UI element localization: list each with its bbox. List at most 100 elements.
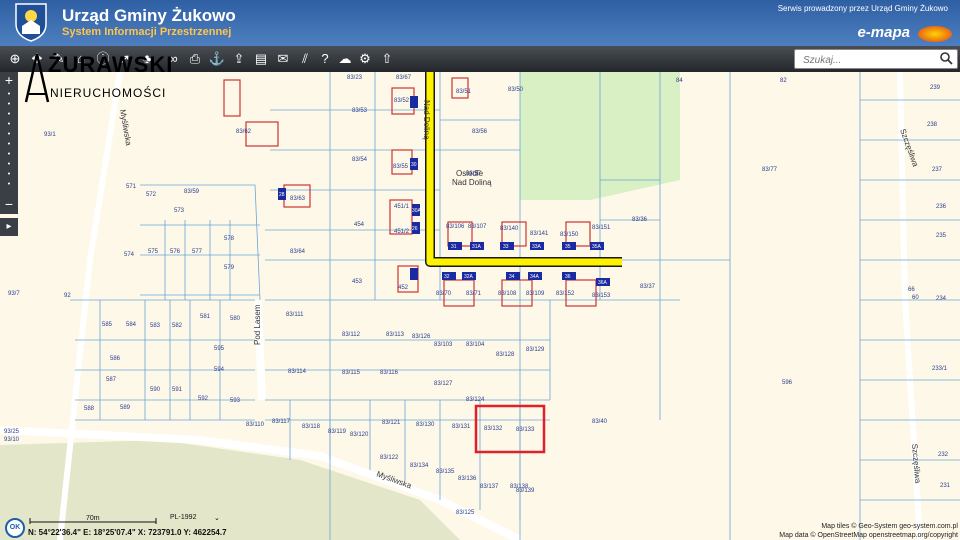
hatch-icon[interactable]: ⫽ bbox=[296, 50, 314, 68]
svg-text:83/64: 83/64 bbox=[290, 249, 306, 255]
svg-text:573: 573 bbox=[174, 208, 185, 214]
layers-icon[interactable]: ▤ bbox=[252, 50, 270, 68]
help-icon[interactable]: ? bbox=[316, 50, 334, 68]
svg-text:36A: 36A bbox=[598, 280, 608, 286]
svg-text:587: 587 bbox=[106, 377, 117, 383]
watermark-name: ŻURAWSKI bbox=[48, 52, 174, 77]
svg-text:83/52: 83/52 bbox=[394, 98, 410, 104]
svg-text:234: 234 bbox=[936, 296, 947, 302]
svg-text:83/54: 83/54 bbox=[352, 157, 368, 163]
svg-text:593: 593 bbox=[230, 398, 241, 404]
app-subtitle: System Informacji Przestrzennej bbox=[62, 26, 232, 38]
svg-text:83/136: 83/136 bbox=[458, 476, 477, 482]
svg-text:451/1: 451/1 bbox=[394, 204, 410, 210]
svg-text:83/121: 83/121 bbox=[382, 420, 401, 426]
app-title: Urząd Gminy Żukowo bbox=[62, 6, 236, 25]
cloud-icon[interactable]: ☁ bbox=[336, 50, 354, 68]
panel-toggle-button[interactable]: ▸ bbox=[0, 218, 18, 236]
svg-text:83/36: 83/36 bbox=[632, 217, 648, 223]
chevron-down-icon[interactable]: ⌄ bbox=[214, 514, 220, 522]
settings-icon[interactable]: ⚙ bbox=[356, 50, 374, 68]
anchor-icon[interactable]: ⚓ bbox=[208, 50, 226, 68]
svg-text:26: 26 bbox=[412, 226, 418, 232]
svg-text:83/59: 83/59 bbox=[184, 189, 200, 195]
svg-text:579: 579 bbox=[224, 265, 235, 271]
zoom-in-button[interactable]: + bbox=[0, 72, 18, 88]
svg-text:83/141: 83/141 bbox=[530, 231, 549, 237]
svg-text:572: 572 bbox=[146, 192, 157, 198]
svg-text:83/53: 83/53 bbox=[352, 108, 368, 114]
svg-text:35: 35 bbox=[565, 244, 571, 250]
svg-text:32: 32 bbox=[444, 274, 450, 280]
svg-text:583: 583 bbox=[150, 323, 161, 329]
search-icon[interactable] bbox=[939, 51, 953, 65]
svg-text:83/135: 83/135 bbox=[436, 469, 455, 475]
svg-text:33A: 33A bbox=[532, 244, 542, 250]
svg-text:83/113: 83/113 bbox=[386, 332, 405, 338]
svg-text:83/106: 83/106 bbox=[446, 224, 465, 230]
svg-text:83/116: 83/116 bbox=[380, 370, 399, 376]
svg-text:582: 582 bbox=[172, 323, 183, 329]
svg-text:451/2: 451/2 bbox=[394, 229, 410, 235]
crs-select[interactable]: PL-1992 bbox=[170, 514, 196, 521]
svg-text:580: 580 bbox=[230, 316, 241, 322]
svg-text:83/140: 83/140 bbox=[500, 226, 519, 232]
svg-text:83/131: 83/131 bbox=[452, 424, 471, 430]
svg-text:588: 588 bbox=[84, 406, 95, 412]
attribution-data[interactable]: Map data © OpenStreetMap openstreetmap.o… bbox=[779, 532, 958, 539]
svg-text:92: 92 bbox=[64, 293, 71, 299]
svg-text:236: 236 bbox=[936, 204, 947, 210]
svg-text:83/120: 83/120 bbox=[350, 432, 369, 438]
svg-text:83/139: 83/139 bbox=[516, 488, 535, 494]
svg-text:83/115: 83/115 bbox=[342, 370, 361, 376]
search-input[interactable] bbox=[801, 51, 939, 70]
svg-text:35A: 35A bbox=[592, 244, 602, 250]
svg-text:591: 591 bbox=[172, 387, 183, 393]
svg-text:93/1: 93/1 bbox=[44, 132, 56, 138]
svg-text:83/107: 83/107 bbox=[468, 224, 487, 230]
print-icon[interactable]: ⎙ bbox=[186, 50, 204, 68]
svg-text:30: 30 bbox=[411, 162, 417, 168]
attribution-tiles[interactable]: Map tiles © Geo-System geo-system.com.pl bbox=[821, 523, 958, 530]
svg-text:595: 595 bbox=[214, 346, 225, 352]
svg-text:584: 584 bbox=[126, 322, 137, 328]
watermark-sub: NIERUCHOMOŚCI bbox=[50, 86, 167, 100]
svg-text:83/67: 83/67 bbox=[396, 75, 412, 81]
svg-text:93/10: 93/10 bbox=[4, 437, 20, 443]
svg-text:232: 232 bbox=[938, 452, 949, 458]
svg-text:233/1: 233/1 bbox=[932, 366, 948, 372]
svg-text:83/111: 83/111 bbox=[286, 312, 304, 318]
svg-text:454: 454 bbox=[354, 222, 365, 228]
zoom-levels[interactable]: • • • • • • • • • • bbox=[0, 90, 18, 190]
settlement-label-2: Nad Doliną bbox=[452, 178, 492, 187]
svg-text:453: 453 bbox=[352, 279, 363, 285]
coat-of-arms-icon bbox=[15, 3, 47, 42]
svg-text:83/110: 83/110 bbox=[246, 422, 265, 428]
svg-text:83/114: 83/114 bbox=[288, 369, 307, 375]
export-icon[interactable]: ⇪ bbox=[230, 50, 248, 68]
svg-text:93/25: 93/25 bbox=[4, 429, 20, 435]
ok-button[interactable]: OK bbox=[5, 518, 25, 538]
svg-text:586: 586 bbox=[110, 356, 121, 362]
map-canvas[interactable]: 31 31A 33 33A 35 35A 32 32A 34 34A 36 36… bbox=[0, 72, 960, 540]
share-icon[interactable]: ⇧ bbox=[378, 50, 396, 68]
svg-text:235: 235 bbox=[936, 233, 947, 239]
svg-text:83/137: 83/137 bbox=[480, 484, 499, 490]
svg-text:83/63: 83/63 bbox=[290, 196, 306, 202]
scale-label: 70m bbox=[86, 515, 100, 522]
emapa-logo[interactable]: e-mapa bbox=[857, 24, 910, 41]
zoom-out-button[interactable]: − bbox=[0, 196, 18, 212]
svg-text:585: 585 bbox=[102, 322, 113, 328]
svg-text:83/23: 83/23 bbox=[347, 75, 363, 81]
svg-text:83/128: 83/128 bbox=[496, 352, 515, 358]
parcel-label-highlighted-1: 83/132 bbox=[484, 426, 503, 432]
svg-text:452: 452 bbox=[398, 285, 409, 291]
search-box bbox=[794, 49, 958, 70]
svg-text:83/152: 83/152 bbox=[556, 291, 575, 297]
street-label-nad-dolina: Nad Doliną bbox=[422, 100, 431, 140]
map-svg[interactable]: 31 31A 33 33A 35 35A 32 32A 34 34A 36 36… bbox=[0, 72, 960, 540]
svg-text:32A: 32A bbox=[464, 274, 474, 280]
svg-text:83/37: 83/37 bbox=[640, 284, 656, 290]
comment-icon[interactable]: ✉ bbox=[274, 50, 292, 68]
svg-text:592: 592 bbox=[198, 396, 209, 402]
